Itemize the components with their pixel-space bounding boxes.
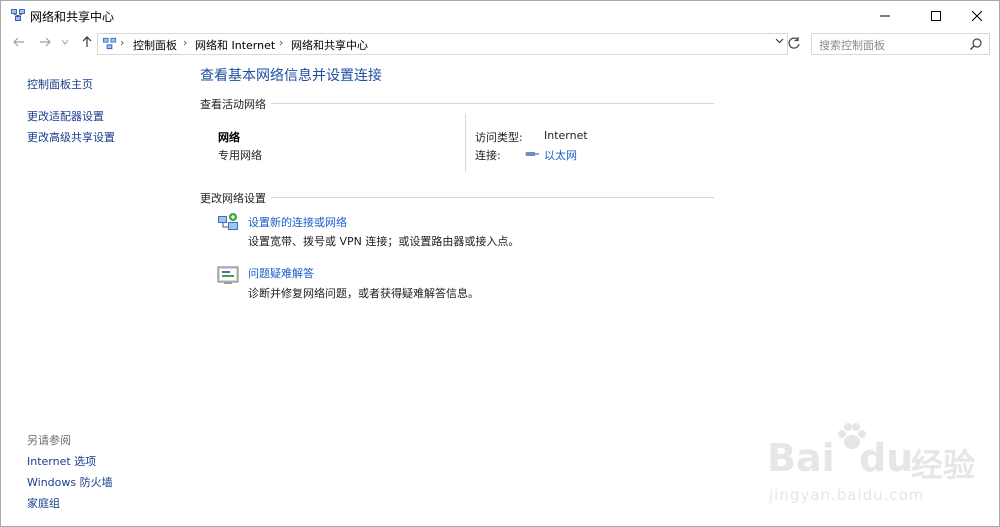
network-name: 网络 [218,131,240,144]
breadcrumb-separator: › [120,36,125,49]
chevron-down-icon [775,38,783,44]
close-button[interactable] [955,1,999,30]
troubleshoot-problems-link[interactable]: 问题疑难解答 [248,265,314,281]
close-icon [972,10,982,21]
vertical-divider [465,114,466,172]
see-also-heading: 另请参阅 [27,434,71,447]
access-type-value: Internet [544,129,588,142]
up-button[interactable] [79,35,95,51]
change-settings-heading: 更改网络设置 [200,192,266,205]
back-button[interactable] [11,35,27,51]
access-type-label: 访问类型: [475,131,523,144]
refresh-button[interactable] [787,36,803,52]
network-type[interactable]: 专用网络 [218,147,262,163]
breadcrumb-separator: › [183,36,188,49]
recent-locations-button[interactable] [59,35,71,51]
network-sharing-center-window: 网络和共享中心 › 控制面板 › 网络和 Internet › 网络和共享中心 … [0,0,1000,527]
minimize-button[interactable] [863,1,907,30]
section-divider [271,197,714,198]
maximize-icon [931,10,941,21]
active-networks-heading: 查看活动网络 [200,98,266,111]
page-title: 查看基本网络信息并设置连接 [200,68,382,84]
minimize-icon [880,15,890,16]
baidu-jingyan-watermark: Bai du 经验 jingyan.baidu.com [761,416,991,516]
breadcrumb-network-sharing-center[interactable]: 网络和共享中心 [291,37,368,53]
refresh-icon [788,37,800,49]
watermark-url: jingyan.baidu.com [769,486,925,504]
address-bar[interactable]: › 控制面板 › 网络和 Internet › 网络和共享中心 [97,33,788,55]
chevron-down-icon [61,39,69,45]
watermark-brand-jingyan: 经验 [911,446,976,484]
new-connection-icon [218,213,238,230]
setup-new-connection-description: 设置宽带、拨号或 VPN 连接；或设置路由器或接入点。 [248,235,520,248]
ethernet-connection-link[interactable]: 以太网 [544,147,577,163]
arrow-right-icon [40,37,51,47]
breadcrumb-separator: › [279,36,284,49]
navigation-bar: › 控制面板 › 网络和 Internet › 网络和共享中心 搜索控制面板 [1,32,999,56]
search-placeholder: 搜索控制面板 [819,39,885,52]
search-icon[interactable] [969,37,983,51]
section-divider [271,103,714,104]
sidebar-link-homegroup[interactable]: 家庭组 [27,495,60,511]
forward-button[interactable] [37,35,53,51]
sidebar-link-control-panel-home[interactable]: 控制面板主页 [27,76,93,92]
sidebar-link-advanced-sharing-settings[interactable]: 更改高级共享设置 [27,129,115,145]
sidebar-link-internet-options[interactable]: Internet 选项 [27,453,96,469]
troubleshoot-icon [217,266,239,284]
breadcrumb-control-panel[interactable]: 控制面板 [133,37,177,53]
setup-new-connection-link[interactable]: 设置新的连接或网络 [248,214,347,230]
arrow-left-icon [13,37,24,47]
window-title: 网络和共享中心 [30,10,115,24]
search-box[interactable]: 搜索控制面板 [811,33,990,55]
network-center-icon [102,37,117,50]
network-center-icon [11,9,25,21]
arrow-up-icon [82,36,92,47]
sidebar-link-change-adapter-settings[interactable]: 更改适配器设置 [27,108,104,124]
watermark-brand-du: du [859,436,914,480]
ethernet-icon [525,152,539,156]
breadcrumb-network-internet[interactable]: 网络和 Internet [195,37,275,53]
watermark-brand-bai: Bai [767,436,835,480]
sidebar-link-windows-firewall[interactable]: Windows 防火墙 [27,474,113,490]
title-bar[interactable]: 网络和共享中心 [1,1,999,30]
maximize-button[interactable] [914,1,958,30]
address-dropdown-button[interactable] [772,36,786,50]
troubleshoot-problems-description: 诊断并修复网络问题，或者获得疑难解答信息。 [248,287,479,300]
connections-label: 连接: [475,149,501,162]
